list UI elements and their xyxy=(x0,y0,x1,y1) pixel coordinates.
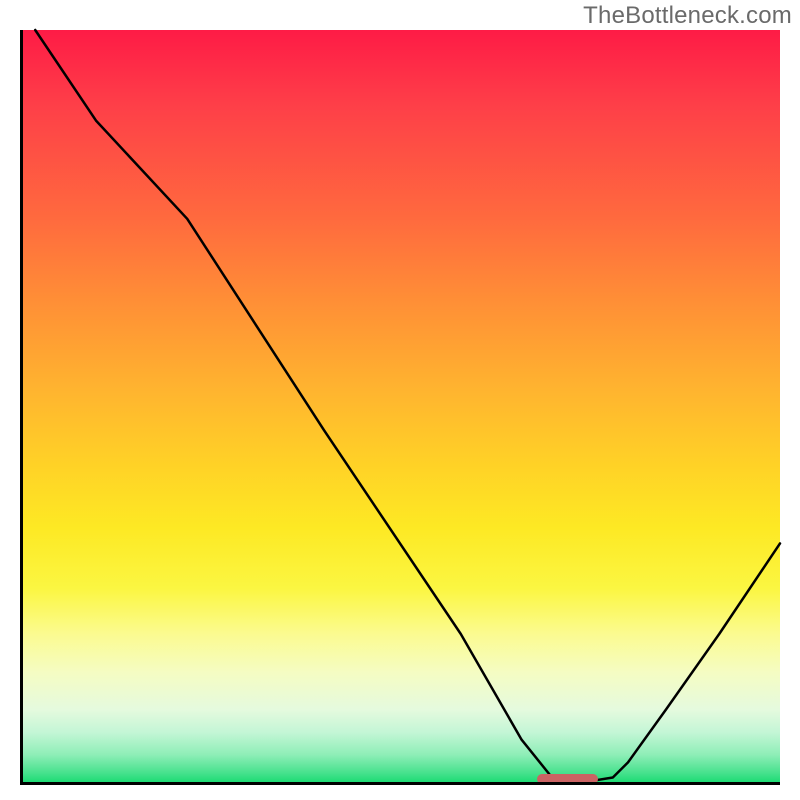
chart-curve xyxy=(20,30,780,785)
x-axis-line xyxy=(20,782,780,785)
plot-container xyxy=(20,30,780,785)
watermark-text: TheBottleneck.com xyxy=(583,2,792,30)
curve-path xyxy=(35,30,780,781)
y-axis-line xyxy=(20,30,23,785)
